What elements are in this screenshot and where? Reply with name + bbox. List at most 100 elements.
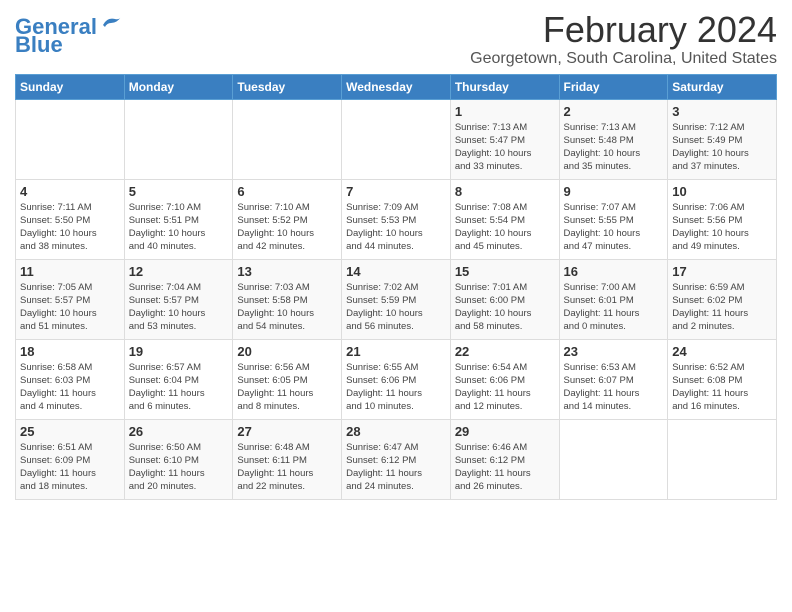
day-number: 23 <box>564 344 664 359</box>
day-info: Sunrise: 7:07 AM Sunset: 5:55 PM Dayligh… <box>564 201 664 254</box>
day-cell: 2 Sunrise: 7:13 AM Sunset: 5:48 PM Daylig… <box>559 99 668 179</box>
day-cell: 9 Sunrise: 7:07 AM Sunset: 5:55 PM Daylig… <box>559 179 668 259</box>
logo-blue-text: Blue <box>15 34 63 56</box>
day-info: Sunrise: 6:58 AM Sunset: 6:03 PM Dayligh… <box>20 361 120 414</box>
day-cell: 5 Sunrise: 7:10 AM Sunset: 5:51 PM Daylig… <box>124 179 233 259</box>
header-thursday: Thursday <box>450 74 559 99</box>
header-tuesday: Tuesday <box>233 74 342 99</box>
day-cell: 1Sunrise: 7:13 AM Sunset: 5:47 PM Daylig… <box>450 99 559 179</box>
day-info: Sunrise: 7:01 AM Sunset: 6:00 PM Dayligh… <box>455 281 555 334</box>
day-number: 21 <box>346 344 446 359</box>
day-cell: 12 Sunrise: 7:04 AM Sunset: 5:57 PM Dayli… <box>124 259 233 339</box>
day-number: 16 <box>564 264 664 279</box>
day-info: Sunrise: 6:55 AM Sunset: 6:06 PM Dayligh… <box>346 361 446 414</box>
day-number: 29 <box>455 424 555 439</box>
day-cell: 14 Sunrise: 7:02 AM Sunset: 5:59 PM Dayli… <box>342 259 451 339</box>
day-cell: 21 Sunrise: 6:55 AM Sunset: 6:06 PM Dayli… <box>342 339 451 419</box>
week-row-5: 25 Sunrise: 6:51 AM Sunset: 6:09 PM Dayli… <box>16 419 777 499</box>
day-info: Sunrise: 7:05 AM Sunset: 5:57 PM Dayligh… <box>20 281 120 334</box>
day-cell: 22Sunrise: 6:54 AM Sunset: 6:06 PM Dayli… <box>450 339 559 419</box>
day-info: Sunrise: 6:50 AM Sunset: 6:10 PM Dayligh… <box>129 441 229 494</box>
day-cell: 27 Sunrise: 6:48 AM Sunset: 6:11 PM Dayli… <box>233 419 342 499</box>
day-info: Sunrise: 6:52 AM Sunset: 6:08 PM Dayligh… <box>672 361 772 414</box>
day-info: Sunrise: 7:11 AM Sunset: 5:50 PM Dayligh… <box>20 201 120 254</box>
day-number: 28 <box>346 424 446 439</box>
day-number: 11 <box>20 264 120 279</box>
day-cell: 13 Sunrise: 7:03 AM Sunset: 5:58 PM Dayli… <box>233 259 342 339</box>
day-number: 1 <box>455 104 555 119</box>
logo-bird-icon <box>99 15 123 33</box>
day-info: Sunrise: 7:13 AM Sunset: 5:48 PM Dayligh… <box>564 121 664 174</box>
day-cell: 6 Sunrise: 7:10 AM Sunset: 5:52 PM Daylig… <box>233 179 342 259</box>
day-number: 18 <box>20 344 120 359</box>
day-info: Sunrise: 6:47 AM Sunset: 6:12 PM Dayligh… <box>346 441 446 494</box>
day-info: Sunrise: 6:46 AM Sunset: 6:12 PM Dayligh… <box>455 441 555 494</box>
day-info: Sunrise: 6:56 AM Sunset: 6:05 PM Dayligh… <box>237 361 337 414</box>
day-number: 2 <box>564 104 664 119</box>
day-info: Sunrise: 7:03 AM Sunset: 5:58 PM Dayligh… <box>237 281 337 334</box>
title-area: February 2024 Georgetown, South Carolina… <box>470 10 777 68</box>
day-info: Sunrise: 7:00 AM Sunset: 6:01 PM Dayligh… <box>564 281 664 334</box>
day-number: 14 <box>346 264 446 279</box>
day-cell: 18 Sunrise: 6:58 AM Sunset: 6:03 PM Dayli… <box>16 339 125 419</box>
day-number: 24 <box>672 344 772 359</box>
day-cell: 11 Sunrise: 7:05 AM Sunset: 5:57 PM Dayli… <box>16 259 125 339</box>
day-number: 12 <box>129 264 229 279</box>
day-cell: 10Sunrise: 7:06 AM Sunset: 5:56 PM Dayli… <box>668 179 777 259</box>
header-wednesday: Wednesday <box>342 74 451 99</box>
day-number: 22 <box>455 344 555 359</box>
calendar-table: SundayMondayTuesdayWednesdayThursdayFrid… <box>15 74 777 500</box>
day-cell <box>16 99 125 179</box>
day-info: Sunrise: 7:04 AM Sunset: 5:57 PM Dayligh… <box>129 281 229 334</box>
day-info: Sunrise: 6:51 AM Sunset: 6:09 PM Dayligh… <box>20 441 120 494</box>
day-info: Sunrise: 6:48 AM Sunset: 6:11 PM Dayligh… <box>237 441 337 494</box>
day-cell <box>559 419 668 499</box>
calendar-header-row: SundayMondayTuesdayWednesdayThursdayFrid… <box>16 74 777 99</box>
day-cell <box>233 99 342 179</box>
header-friday: Friday <box>559 74 668 99</box>
day-number: 5 <box>129 184 229 199</box>
day-number: 15 <box>455 264 555 279</box>
day-cell: 24 Sunrise: 6:52 AM Sunset: 6:08 PM Dayli… <box>668 339 777 419</box>
day-number: 9 <box>564 184 664 199</box>
day-number: 25 <box>20 424 120 439</box>
day-number: 19 <box>129 344 229 359</box>
day-cell: 26 Sunrise: 6:50 AM Sunset: 6:10 PM Dayli… <box>124 419 233 499</box>
day-number: 7 <box>346 184 446 199</box>
week-row-4: 18 Sunrise: 6:58 AM Sunset: 6:03 PM Dayli… <box>16 339 777 419</box>
day-cell: 7 Sunrise: 7:09 AM Sunset: 5:53 PM Daylig… <box>342 179 451 259</box>
week-row-2: 4Sunrise: 7:11 AM Sunset: 5:50 PM Daylig… <box>16 179 777 259</box>
day-info: Sunrise: 7:02 AM Sunset: 5:59 PM Dayligh… <box>346 281 446 334</box>
header-saturday: Saturday <box>668 74 777 99</box>
day-cell: 3 Sunrise: 7:12 AM Sunset: 5:49 PM Daylig… <box>668 99 777 179</box>
page-subtitle: Georgetown, South Carolina, United State… <box>470 50 777 68</box>
day-number: 8 <box>455 184 555 199</box>
logo: General Blue <box>15 16 123 56</box>
week-row-1: 1Sunrise: 7:13 AM Sunset: 5:47 PM Daylig… <box>16 99 777 179</box>
day-cell: 4Sunrise: 7:11 AM Sunset: 5:50 PM Daylig… <box>16 179 125 259</box>
day-cell: 20Sunrise: 6:56 AM Sunset: 6:05 PM Dayli… <box>233 339 342 419</box>
day-cell: 16 Sunrise: 7:00 AM Sunset: 6:01 PM Dayli… <box>559 259 668 339</box>
day-number: 3 <box>672 104 772 119</box>
day-cell: 29 Sunrise: 6:46 AM Sunset: 6:12 PM Dayli… <box>450 419 559 499</box>
day-info: Sunrise: 7:09 AM Sunset: 5:53 PM Dayligh… <box>346 201 446 254</box>
day-info: Sunrise: 7:06 AM Sunset: 5:56 PM Dayligh… <box>672 201 772 254</box>
day-info: Sunrise: 7:12 AM Sunset: 5:49 PM Dayligh… <box>672 121 772 174</box>
day-cell: 19 Sunrise: 6:57 AM Sunset: 6:04 PM Dayli… <box>124 339 233 419</box>
header: General Blue February 2024 Georgetown, S… <box>15 10 777 68</box>
header-sunday: Sunday <box>16 74 125 99</box>
day-info: Sunrise: 6:59 AM Sunset: 6:02 PM Dayligh… <box>672 281 772 334</box>
day-cell <box>124 99 233 179</box>
page-title: February 2024 <box>470 10 777 50</box>
day-number: 27 <box>237 424 337 439</box>
day-number: 6 <box>237 184 337 199</box>
day-cell: 25 Sunrise: 6:51 AM Sunset: 6:09 PM Dayli… <box>16 419 125 499</box>
day-cell: 17Sunrise: 6:59 AM Sunset: 6:02 PM Dayli… <box>668 259 777 339</box>
day-info: Sunrise: 7:10 AM Sunset: 5:52 PM Dayligh… <box>237 201 337 254</box>
day-number: 26 <box>129 424 229 439</box>
day-number: 13 <box>237 264 337 279</box>
day-cell: 8Sunrise: 7:08 AM Sunset: 5:54 PM Daylig… <box>450 179 559 259</box>
day-info: Sunrise: 7:10 AM Sunset: 5:51 PM Dayligh… <box>129 201 229 254</box>
day-info: Sunrise: 6:57 AM Sunset: 6:04 PM Dayligh… <box>129 361 229 414</box>
day-cell <box>342 99 451 179</box>
